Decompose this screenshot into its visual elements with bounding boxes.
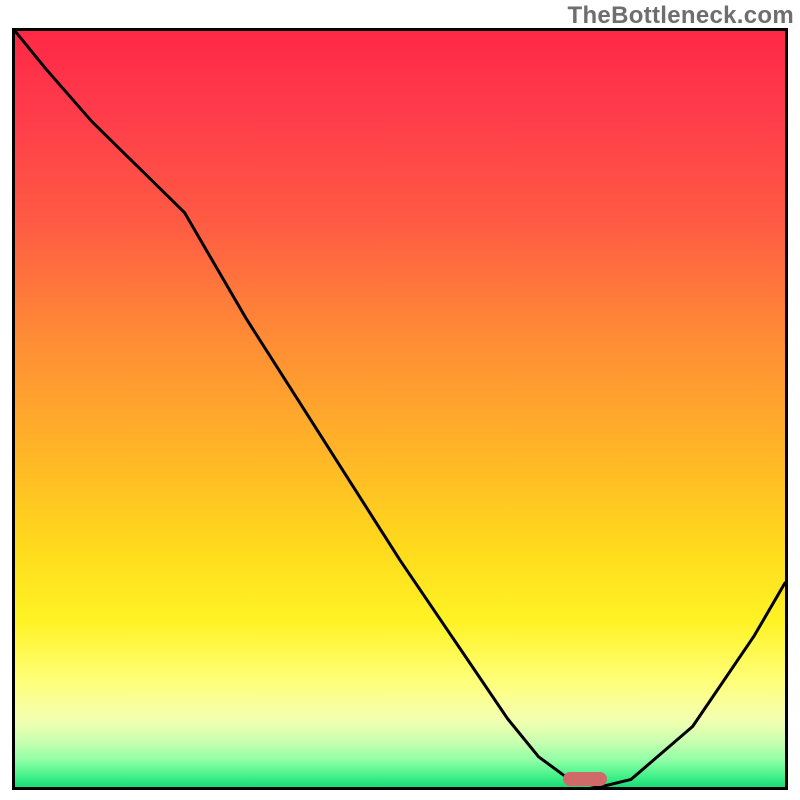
bottleneck-curve: [15, 31, 785, 787]
optimal-marker: [563, 772, 607, 786]
plot-border: [12, 28, 788, 790]
watermark-text: TheBottleneck.com: [568, 2, 794, 30]
chart-frame: TheBottleneck.com: [0, 0, 800, 800]
plot-area: [15, 31, 785, 787]
